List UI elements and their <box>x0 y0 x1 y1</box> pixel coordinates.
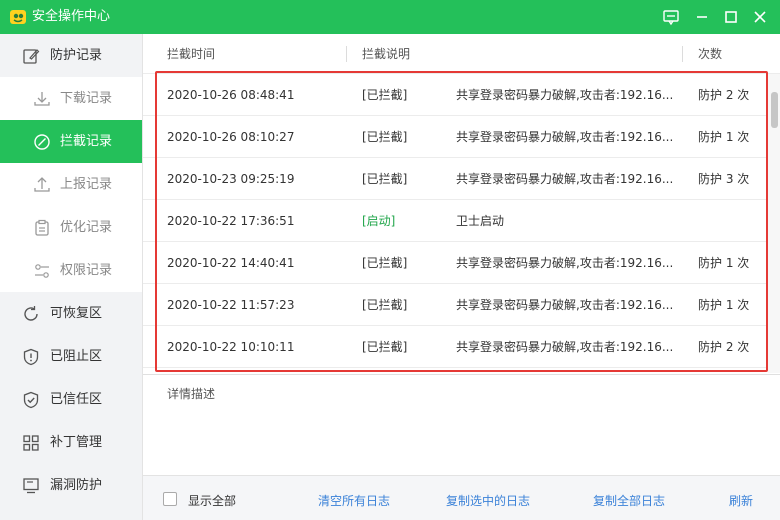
copy-selected-logs-link[interactable]: 复制选中的日志 <box>446 492 530 509</box>
table-row[interactable]: 2020-10-22 17:36:51 [启动] 卫士启动 <box>143 200 768 242</box>
shield-alert-icon <box>22 348 40 366</box>
sidebar-item-vulnerability-protection[interactable]: 漏洞防护 <box>0 464 142 507</box>
grid-icon <box>22 434 40 452</box>
sidebar-item-optimize-records[interactable]: 优化记录 <box>0 206 142 249</box>
table-scrollbar[interactable] <box>768 74 780 373</box>
row-count: 防护 2 次 <box>698 340 750 354</box>
sidebar-group-protection-records[interactable]: 防护记录 <box>0 34 142 77</box>
sidebar-item-label: 已信任区 <box>50 392 103 407</box>
download-icon <box>33 90 51 108</box>
column-divider <box>346 46 347 62</box>
detail-title: 详情描述 <box>167 387 216 401</box>
sidebar-group-label: 防护记录 <box>50 48 103 63</box>
edit-icon <box>22 47 40 65</box>
row-status: [已拦截] <box>362 172 408 186</box>
row-status: [已拦截] <box>362 256 408 270</box>
sidebar-item-label: 漏洞防护 <box>50 478 103 493</box>
sidebar-item-restore-zone[interactable]: 可恢复区 <box>0 292 142 335</box>
show-all-checkbox[interactable] <box>163 492 177 506</box>
row-count: 防护 2 次 <box>698 88 750 102</box>
main-panel: 拦截时间 拦截说明 次数 2020-10-26 08:48:41 [已拦截] 共… <box>143 34 780 520</box>
row-status: [启动] <box>362 214 396 228</box>
row-time: 2020-10-26 08:48:41 <box>167 88 295 102</box>
row-description: 共享登录密码暴力破解,攻击者:192.16... <box>456 298 674 312</box>
sidebar-item-label: 权限记录 <box>60 263 113 278</box>
table-header: 拦截时间 拦截说明 次数 <box>143 34 780 74</box>
block-icon <box>33 133 51 151</box>
row-description: 共享登录密码暴力破解,攻击者:192.16... <box>456 172 674 186</box>
table-row[interactable]: 2020-10-22 11:57:23 [已拦截] 共享登录密码暴力破解,攻击者… <box>143 284 768 326</box>
table-row[interactable]: 2020-10-26 08:10:27 [已拦截] 共享登录密码暴力破解,攻击者… <box>143 116 768 158</box>
row-time: 2020-10-22 11:57:23 <box>167 298 295 312</box>
show-all-label[interactable]: 显示全部 <box>188 492 236 509</box>
clear-all-logs-link[interactable]: 清空所有日志 <box>318 492 390 509</box>
sidebar-item-label: 上报记录 <box>60 177 113 192</box>
records-table-body: 2020-10-26 08:48:41 [已拦截] 共享登录密码暴力破解,攻击者… <box>143 74 768 370</box>
sidebar-item-label: 下载记录 <box>60 91 113 106</box>
sidebar-item-label: 拦截记录 <box>60 134 113 149</box>
row-description: 共享登录密码暴力破解,攻击者:192.16... <box>456 340 674 354</box>
column-header-count[interactable]: 次数 <box>698 47 722 61</box>
sidebar-item-label: 已阻止区 <box>50 349 103 364</box>
sidebar-item-patch-management[interactable]: 补丁管理 <box>0 421 142 464</box>
table-row[interactable]: 2020-10-22 10:10:11 [已拦截] 共享登录密码暴力破解,攻击者… <box>143 326 768 368</box>
row-status: [已拦截] <box>362 298 408 312</box>
row-time: 2020-10-23 09:25:19 <box>167 172 295 186</box>
row-time: 2020-10-26 08:10:27 <box>167 130 295 144</box>
sidebar-subnav: 下载记录 拦截记录 上报记录 优化记录 权限记录 <box>0 77 142 292</box>
row-description: 共享登录密码暴力破解,攻击者:192.16... <box>456 256 674 270</box>
detail-panel: 详情描述 <box>143 374 780 475</box>
table-row[interactable]: 2020-10-23 09:25:19 [已拦截] 共享登录密码暴力破解,攻击者… <box>143 158 768 200</box>
scrollbar-thumb[interactable] <box>771 92 778 128</box>
row-count: 防护 1 次 <box>698 298 750 312</box>
row-status: [已拦截] <box>362 88 408 102</box>
column-header-time[interactable]: 拦截时间 <box>167 47 215 61</box>
sidebar-item-download-records[interactable]: 下载记录 <box>0 77 142 120</box>
row-description: 卫士启动 <box>456 214 505 228</box>
restore-icon <box>22 305 40 323</box>
row-count: 防护 1 次 <box>698 256 750 270</box>
upload-icon <box>33 176 51 194</box>
monitor-icon <box>22 477 40 495</box>
title-bar: 安全操作中心 <box>0 0 780 34</box>
feedback-icon[interactable] <box>661 7 681 27</box>
sidebar-item-label: 补丁管理 <box>50 435 103 450</box>
copy-all-logs-link[interactable]: 复制全部日志 <box>593 492 665 509</box>
permission-icon <box>33 262 51 280</box>
sidebar-item-blocked-zone[interactable]: 已阻止区 <box>0 335 142 378</box>
sidebar-item-report-records[interactable]: 上报记录 <box>0 163 142 206</box>
sidebar-item-permission-records[interactable]: 权限记录 <box>0 249 142 292</box>
row-status: [已拦截] <box>362 130 408 144</box>
row-time: 2020-10-22 10:10:11 <box>167 340 295 354</box>
shield-check-icon <box>22 391 40 409</box>
row-description: 共享登录密码暴力破解,攻击者:192.16... <box>456 130 674 144</box>
table-row[interactable]: 2020-10-26 08:48:41 [已拦截] 共享登录密码暴力破解,攻击者… <box>143 74 768 116</box>
refresh-link[interactable]: 刷新 <box>729 492 753 509</box>
table-row[interactable]: 2020-10-22 14:40:41 [已拦截] 共享登录密码暴力破解,攻击者… <box>143 242 768 284</box>
row-time: 2020-10-22 17:36:51 <box>167 214 295 228</box>
minimize-icon[interactable] <box>692 7 712 27</box>
close-icon[interactable] <box>750 7 770 27</box>
window-title: 安全操作中心 <box>32 9 111 24</box>
maximize-icon[interactable] <box>721 7 741 27</box>
security-center-logo-icon <box>9 8 27 26</box>
sidebar-item-label: 优化记录 <box>60 220 113 235</box>
clipboard-icon <box>33 219 51 237</box>
row-count: 防护 3 次 <box>698 172 750 186</box>
sidebar-item-label: 可恢复区 <box>50 306 103 321</box>
column-divider <box>682 46 683 62</box>
sidebar-item-trusted-zone[interactable]: 已信任区 <box>0 378 142 421</box>
footer-bar: 显示全部 清空所有日志 复制选中的日志 复制全部日志 刷新 <box>143 475 780 520</box>
row-count: 防护 1 次 <box>698 130 750 144</box>
sidebar-item-block-records[interactable]: 拦截记录 <box>0 120 142 163</box>
sidebar: 防护记录 下载记录 拦截记录 上报记录 优化记录 权限记录 可恢复区 已阻止区 … <box>0 34 143 520</box>
column-header-description[interactable]: 拦截说明 <box>362 47 410 61</box>
row-time: 2020-10-22 14:40:41 <box>167 256 295 270</box>
row-description: 共享登录密码暴力破解,攻击者:192.16... <box>456 88 674 102</box>
row-status: [已拦截] <box>362 340 408 354</box>
